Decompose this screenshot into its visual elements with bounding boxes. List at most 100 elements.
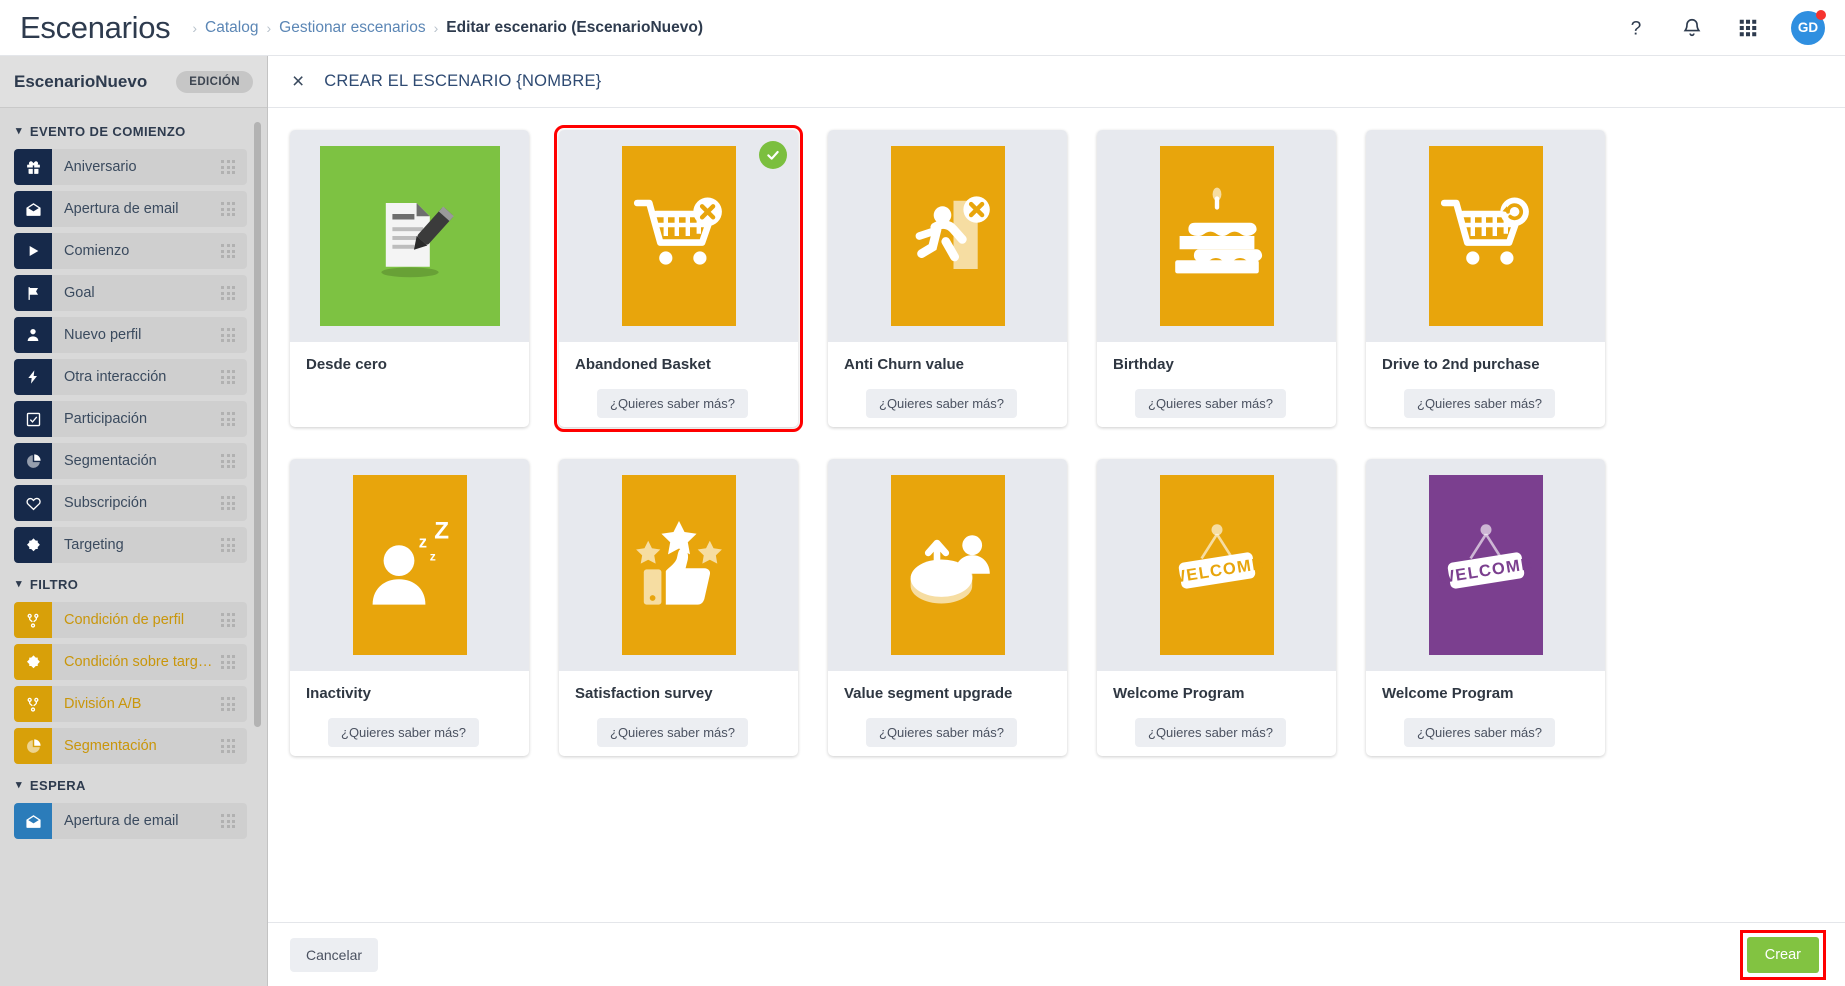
drag-handle-icon[interactable] <box>217 613 239 627</box>
notifications-bell-icon[interactable] <box>1679 15 1705 41</box>
create-button[interactable]: Crear <box>1746 936 1819 973</box>
drag-handle-icon[interactable] <box>217 328 239 342</box>
breadcrumb: › Catalog › Gestionar escenarios › Editar esc… <box>192 19 703 37</box>
learn-more-button[interactable]: ¿Quieres saber más? <box>866 389 1017 418</box>
sidebar-item-otra-interacci-n[interactable]: Otra interacción <box>14 359 247 395</box>
sidebar-group-label: EVENTO DE COMIENZO <box>29 124 186 139</box>
drag-handle-icon[interactable] <box>217 412 239 426</box>
svg-text:z: z <box>429 550 435 564</box>
sidebar-item-label: Aniversario <box>64 159 137 175</box>
learn-more-button[interactable]: ¿Quieres saber más? <box>597 718 748 747</box>
sidebar-item-segmentaci-n[interactable]: Segmentación <box>14 443 247 479</box>
drag-handle-icon[interactable] <box>217 538 239 552</box>
drag-handle-icon[interactable] <box>217 814 239 828</box>
modal-title: CREAR EL ESCENARIO {NOMBRE} <box>324 72 602 90</box>
template-card-value-segment-upgrade[interactable]: Value segment upgrade ¿Quieres saber más? <box>828 459 1067 756</box>
sidebar-item-label: Apertura de email <box>64 201 179 217</box>
sidebar-item-label: Goal <box>64 285 95 301</box>
learn-more-button[interactable]: ¿Quieres saber más? <box>866 718 1017 747</box>
drag-handle-icon[interactable] <box>217 370 239 384</box>
sidebar: EscenarioNuevo EDICIÓN ▾ EVENTO DE COMIEN… <box>0 56 268 986</box>
pie-chart-icon <box>14 728 52 764</box>
cake-icon <box>1159 146 1274 326</box>
sidebar-item-apertura-de-email[interactable]: Apertura de email <box>14 803 247 839</box>
modal-footer: Cancelar Crear <box>268 922 1845 986</box>
breadcrumb-item-0[interactable]: Catalog <box>205 19 258 37</box>
sidebar-item-divisi-n-a-b[interactable]: División A/B <box>14 686 247 722</box>
svg-text:Z: Z <box>434 518 449 545</box>
template-card-anti-churn-value[interactable]: Anti Churn value ¿Quieres saber más? <box>828 130 1067 427</box>
template-card-welcome-program[interactable]: WELCOME Welcome Program ¿Quieres saber más… <box>1097 459 1336 756</box>
checkbox-icon <box>14 401 52 437</box>
sidebar-item-condici-n-sobre-targeti[interactable]: Condición sobre targeti... <box>14 644 247 680</box>
drag-handle-icon[interactable] <box>217 244 239 258</box>
sidebar-scrollbar-thumb[interactable] <box>254 122 261 727</box>
learn-more-button[interactable]: ¿Quieres saber más? <box>328 718 479 747</box>
template-card-satisfaction-survey[interactable]: Satisfaction survey ¿Quieres saber más? <box>559 459 798 756</box>
card-body: Drive to 2nd purchase ¿Quieres saber más? <box>1366 342 1605 427</box>
modal-header: × CREAR EL ESCENARIO {NOMBRE} <box>268 56 1845 108</box>
help-icon[interactable]: ? <box>1623 15 1649 41</box>
template-card-drive-to-2nd-purchase[interactable]: Drive to 2nd purchase ¿Quieres saber más? <box>1366 130 1605 427</box>
learn-more-button[interactable]: ¿Quieres saber más? <box>1135 389 1286 418</box>
card-body: Welcome Program ¿Quieres saber más? <box>1097 671 1336 756</box>
play-icon <box>14 233 52 269</box>
card-title: Anti Churn value <box>844 356 965 373</box>
notification-dot <box>1816 9 1826 20</box>
breadcrumb-item-2: Editar escenario (EscenarioNuevo) <box>446 18 703 36</box>
drag-handle-icon[interactable] <box>217 202 239 216</box>
learn-more-button[interactable]: ¿Quieres saber más? <box>1404 718 1555 747</box>
modal-body: Desde cero Abandoned Basket ¿Quieres saber… <box>268 108 1845 922</box>
card-thumbnail <box>290 130 529 342</box>
sidebar-item-participaci-n[interactable]: Participación <box>14 401 247 437</box>
learn-more-button[interactable]: ¿Quieres saber más? <box>1135 718 1286 747</box>
sidebar-item-nuevo-perfil[interactable]: Nuevo perfil <box>14 317 247 353</box>
template-card-grid: Desde cero Abandoned Basket ¿Quieres saber… <box>290 125 1823 756</box>
template-card-welcome-program[interactable]: WELCOME Welcome Program ¿Quieres saber más… <box>1366 459 1605 756</box>
template-card-abandoned-basket[interactable]: Abandoned Basket ¿Quieres saber más? <box>554 125 803 432</box>
heart-icon <box>14 485 52 521</box>
avatar[interactable]: GD <box>1791 9 1826 45</box>
learn-more-button[interactable]: ¿Quieres saber más? <box>597 389 748 418</box>
sidebar-item-aniversario[interactable]: Aniversario <box>14 149 247 185</box>
branch-icon <box>14 602 52 638</box>
cancel-button[interactable]: Cancelar <box>290 937 379 972</box>
breadcrumb-separator: › <box>192 19 198 36</box>
sidebar-item-condici-n-de-perfil[interactable]: Condición de perfil <box>14 602 247 638</box>
card-thumbnail <box>1366 130 1605 342</box>
sidebar-item-comienzo[interactable]: Comienzo <box>14 233 247 269</box>
drag-handle-icon[interactable] <box>217 655 239 669</box>
sidebar-item-apertura-de-email[interactable]: Apertura de email <box>14 191 247 227</box>
sidebar-item-targeting[interactable]: Targeting <box>14 527 247 563</box>
gift-icon <box>14 149 52 185</box>
sidebar-item-segmentaci-n[interactable]: Segmentación <box>14 728 247 764</box>
template-card-birthday[interactable]: Birthday ¿Quieres saber más? <box>1097 130 1336 427</box>
app-grid-icon[interactable] <box>1735 15 1761 41</box>
sidebar-group-header-filtro[interactable]: ▾ FILTRO <box>16 577 247 592</box>
card-body: Anti Churn value ¿Quieres saber más? <box>828 342 1067 427</box>
drag-handle-icon[interactable] <box>217 286 239 300</box>
sidebar-item-label: Comienzo <box>64 243 130 259</box>
close-icon[interactable]: × <box>286 69 310 94</box>
template-card-desde-cero[interactable]: Desde cero <box>290 130 529 427</box>
cart-x-icon <box>621 146 736 326</box>
avatar-initials: GD <box>1797 20 1819 35</box>
welcome-sign-icon: WELCOME <box>1159 475 1274 655</box>
chevron-down-icon: ▾ <box>16 779 22 791</box>
sidebar-item-goal[interactable]: Goal <box>14 275 247 311</box>
sidebar-item-subscripci-n[interactable]: Subscripción <box>14 485 247 521</box>
drag-handle-icon[interactable] <box>217 160 239 174</box>
person-exit-x-icon <box>890 146 1005 326</box>
drag-handle-icon[interactable] <box>217 739 239 753</box>
card-title: Inactivity <box>306 685 372 702</box>
learn-more-button[interactable]: ¿Quieres saber más? <box>1404 389 1555 418</box>
selected-check-icon <box>759 141 787 169</box>
drag-handle-icon[interactable] <box>217 496 239 510</box>
template-card-inactivity[interactable]: Zz z Inactivity ¿Quieres saber más? <box>290 459 529 756</box>
sidebar-group-header-espera[interactable]: ▾ ESPERA <box>16 778 247 793</box>
drag-handle-icon[interactable] <box>217 454 239 468</box>
breadcrumb-item-1[interactable]: Gestionar escenarios <box>279 19 425 37</box>
drag-handle-icon[interactable] <box>217 697 239 711</box>
sidebar-group-header-evento-de-comienzo[interactable]: ▾ EVENTO DE COMIENZO <box>16 124 247 139</box>
top-bar: Escenarios › Catalog › Gestionar escenarios… <box>0 0 1845 56</box>
